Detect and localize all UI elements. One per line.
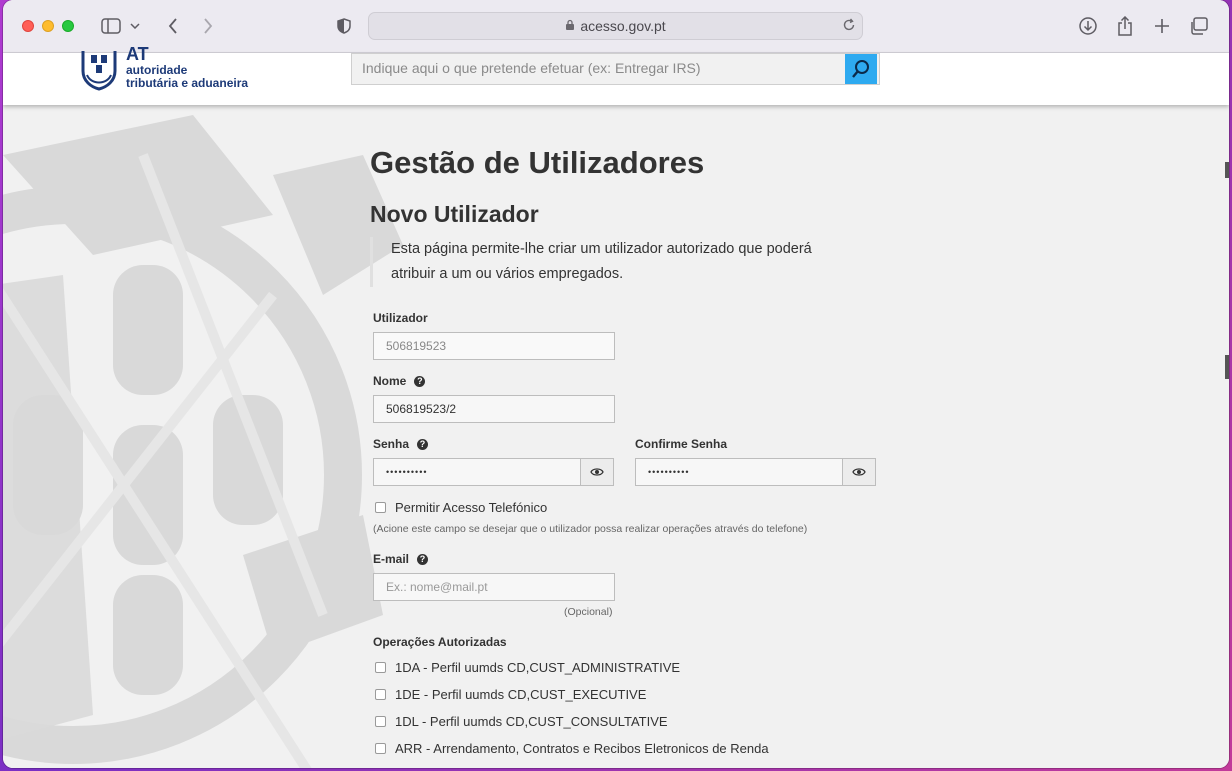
help-icon[interactable]: ? [414, 375, 426, 387]
operacao-label: 1DE - Perfil uumds CD,CUST_EXECUTIVE [395, 687, 647, 702]
at-logo[interactable]: AT autoridade tributária e aduaneira [81, 44, 261, 93]
help-icon[interactable]: ? [417, 553, 429, 565]
new-tab-icon[interactable] [1150, 14, 1174, 38]
senha-label: Senha ? [373, 437, 429, 451]
email-label-text: E-mail [373, 552, 410, 566]
operacoes-label-text: Operações Autorizadas [373, 635, 507, 649]
forward-icon[interactable] [196, 14, 220, 38]
page-subtitle: Novo Utilizador [370, 201, 539, 227]
background-seal-watermark [3, 115, 403, 768]
download-icon[interactable] [1076, 14, 1100, 38]
nome-label: Nome ? [373, 374, 426, 388]
operacao-label: ARR - Arrendamento, Contratos e Recibos … [395, 741, 769, 756]
page-body: Gestão de Utilizadores Novo Utilizador E… [3, 105, 1229, 768]
operacao-checkbox[interactable] [375, 662, 386, 673]
operacao-label: 1DL - Perfil uumds CD,CUST_CONSULTATIVE [395, 714, 668, 729]
operacao-checkbox[interactable] [375, 689, 386, 700]
nome-label-text: Nome [373, 374, 407, 388]
nome-field[interactable]: 506819523/2 [373, 395, 615, 423]
email-optional-note: (Opcional) [564, 606, 613, 618]
search-button[interactable] [845, 54, 877, 84]
utilizador-label: Utilizador [373, 311, 428, 325]
minimize-window-button[interactable] [42, 20, 54, 32]
close-window-button[interactable] [22, 20, 34, 32]
edge-marker [1225, 162, 1229, 178]
confirme-senha-label: Confirme Senha [635, 437, 727, 451]
portugal-seal-icon [81, 51, 117, 91]
show-confirm-password-button[interactable] [842, 458, 876, 486]
telefonico-hint: (Acione este campo se desejar que o util… [373, 523, 808, 535]
site-search: Indique aqui o que pretende efetuar (ex:… [351, 53, 880, 85]
edge-marker [1225, 355, 1229, 379]
telefonico-option[interactable]: Permitir Acesso Telefónico [373, 500, 547, 515]
logo-at-text: AT [126, 44, 149, 64]
operacao-option[interactable]: 1DA - Perfil uumds CD,CUST_ADMINISTRATIV… [373, 660, 680, 675]
zoom-window-button[interactable] [62, 20, 74, 32]
share-icon[interactable] [1113, 14, 1137, 38]
browser-toolbar: acesso.gov.pt [3, 0, 1229, 53]
address-bar[interactable]: acesso.gov.pt [368, 12, 863, 40]
tab-overview-icon[interactable] [1187, 14, 1211, 38]
logo-line1: autoridade [126, 63, 188, 77]
page-title: Gestão de Utilizadores [370, 145, 705, 180]
operacoes-label: Operações Autorizadas [373, 635, 507, 649]
senha-field[interactable]: •••••••••• [373, 458, 581, 486]
operacao-checkbox[interactable] [375, 743, 386, 754]
intro-text: Esta página permite-lhe criar um utiliza… [370, 237, 850, 287]
sidebar-icon[interactable] [99, 14, 123, 38]
confirme-senha-field[interactable]: •••••••••• [635, 458, 843, 486]
logo-line2: tributária e aduaneira [126, 76, 249, 90]
show-password-button[interactable] [580, 458, 614, 486]
operacao-checkbox[interactable] [375, 716, 386, 727]
help-icon[interactable]: ? [417, 438, 429, 450]
browser-window: acesso.gov.pt AT autoridade tributária e… [3, 0, 1229, 768]
operacao-option[interactable]: 1DL - Perfil uumds CD,CUST_CONSULTATIVE [373, 714, 668, 729]
email-label: E-mail ? [373, 552, 429, 566]
back-icon[interactable] [161, 14, 185, 38]
chevron-down-icon[interactable] [127, 14, 143, 38]
lock-icon [565, 18, 575, 34]
utilizador-field[interactable]: 506819523 [373, 332, 615, 360]
email-field[interactable]: Ex.: nome@mail.pt [373, 573, 615, 601]
eye-icon [590, 468, 604, 476]
telefonico-checkbox[interactable] [375, 502, 386, 513]
eye-icon [852, 468, 866, 476]
operacao-option[interactable]: 1DE - Perfil uumds CD,CUST_EXECUTIVE [373, 687, 646, 702]
confirme-senha-label-text: Confirme Senha [635, 437, 728, 451]
search-input[interactable]: Indique aqui o que pretende efetuar (ex:… [362, 60, 701, 76]
utilizador-label-text: Utilizador [373, 311, 428, 325]
telefonico-label: Permitir Acesso Telefónico [395, 500, 548, 515]
privacy-shield-icon[interactable] [332, 14, 356, 38]
reload-icon[interactable] [842, 18, 856, 35]
operacao-label: 1DA - Perfil uumds CD,CUST_ADMINISTRATIV… [395, 660, 681, 675]
site-header: AT autoridade tributária e aduaneira Ind… [3, 44, 1229, 105]
search-icon [852, 60, 869, 78]
operacao-option[interactable]: ARR - Arrendamento, Contratos e Recibos … [373, 741, 769, 756]
senha-label-text: Senha [373, 437, 410, 451]
address-url: acesso.gov.pt [580, 18, 666, 34]
